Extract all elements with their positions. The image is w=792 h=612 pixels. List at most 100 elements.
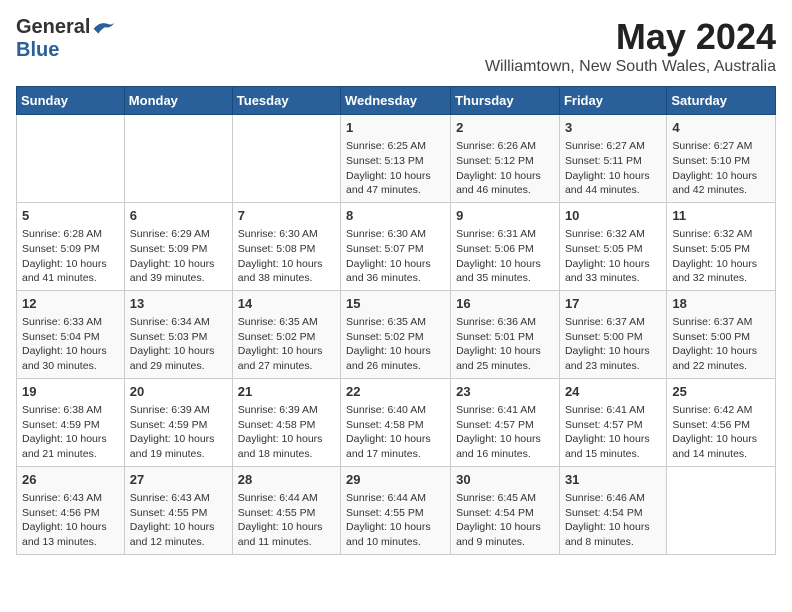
cell-content: Sunrise: 6:43 AM Sunset: 4:56 PM Dayligh… (22, 491, 119, 550)
calendar-week-row: 5 Sunrise: 6:28 AM Sunset: 5:09 PM Daylig… (17, 202, 776, 290)
calendar-cell: 2Sunrise: 6:26 AM Sunset: 5:12 PM Daylig… (451, 115, 560, 203)
day-number: 13 (130, 295, 227, 313)
cell-content: Sunrise: 6:41 AM Sunset: 4:57 PM Dayligh… (456, 403, 554, 462)
calendar-header-monday: Monday (124, 87, 232, 115)
calendar-cell: 25 Sunrise: 6:42 AM Sunset: 4:56 PM Dayli… (667, 378, 776, 466)
logo-bird-icon (92, 18, 116, 38)
calendar-week-row: 12 Sunrise: 6:33 AM Sunset: 5:04 PM Dayli… (17, 290, 776, 378)
calendar-week-row: 19 Sunrise: 6:38 AM Sunset: 4:59 PM Dayli… (17, 378, 776, 466)
calendar-cell: 5 Sunrise: 6:28 AM Sunset: 5:09 PM Daylig… (17, 202, 125, 290)
day-number: 21 (238, 383, 335, 401)
day-number: 28 (238, 471, 335, 489)
day-number: 25 (672, 383, 770, 401)
cell-content: Sunrise: 6:32 AM Sunset: 5:05 PM Dayligh… (672, 227, 770, 286)
day-number: 22 (346, 383, 445, 401)
calendar-header-row: SundayMondayTuesdayWednesdayThursdayFrid… (17, 87, 776, 115)
cell-content: Sunrise: 6:29 AM Sunset: 5:09 PM Dayligh… (130, 227, 227, 286)
day-number: 3 (565, 119, 661, 137)
calendar-cell: 22 Sunrise: 6:40 AM Sunset: 4:58 PM Dayli… (341, 378, 451, 466)
cell-content: Sunrise: 6:42 AM Sunset: 4:56 PM Dayligh… (672, 403, 770, 462)
calendar-cell (232, 115, 340, 203)
day-number: 4 (672, 119, 770, 137)
day-number: 30 (456, 471, 554, 489)
calendar-cell: 18 Sunrise: 6:37 AM Sunset: 5:00 PM Dayli… (667, 290, 776, 378)
logo: General Blue (16, 16, 116, 62)
calendar-cell: 21 Sunrise: 6:39 AM Sunset: 4:58 PM Dayli… (232, 378, 340, 466)
cell-content: Sunrise: 6:30 AM Sunset: 5:08 PM Dayligh… (238, 227, 335, 286)
calendar-cell: 3 Sunrise: 6:27 AM Sunset: 5:11 PM Daylig… (559, 115, 666, 203)
cell-content: Sunrise: 6:37 AM Sunset: 5:00 PM Dayligh… (672, 315, 770, 374)
calendar-cell (17, 115, 125, 203)
day-number: 17 (565, 295, 661, 313)
cell-content: Sunrise: 6:44 AM Sunset: 4:55 PM Dayligh… (238, 491, 335, 550)
calendar-cell: 29 Sunrise: 6:44 AM Sunset: 4:55 PM Dayli… (341, 466, 451, 554)
day-number: 10 (565, 207, 661, 225)
cell-content: Sunrise: 6:34 AM Sunset: 5:03 PM Dayligh… (130, 315, 227, 374)
cell-content: Sunrise: 6:35 AM Sunset: 5:02 PM Dayligh… (238, 315, 335, 374)
cell-content: Sunrise: 6:39 AM Sunset: 4:58 PM Dayligh… (238, 403, 335, 462)
calendar-cell: 31 Sunrise: 6:46 AM Sunset: 4:54 PM Dayli… (559, 466, 666, 554)
location-subtitle: Williamtown, New South Wales, Australia (485, 58, 776, 76)
calendar-week-row: 26Sunrise: 6:43 AM Sunset: 4:56 PM Dayli… (17, 466, 776, 554)
cell-content: Sunrise: 6:40 AM Sunset: 4:58 PM Dayligh… (346, 403, 445, 462)
day-number: 18 (672, 295, 770, 313)
calendar-cell: 26Sunrise: 6:43 AM Sunset: 4:56 PM Dayli… (17, 466, 125, 554)
day-number: 6 (130, 207, 227, 225)
day-number: 29 (346, 471, 445, 489)
cell-content: Sunrise: 6:44 AM Sunset: 4:55 PM Dayligh… (346, 491, 445, 550)
cell-content: Sunrise: 6:33 AM Sunset: 5:04 PM Dayligh… (22, 315, 119, 374)
calendar-cell: 19 Sunrise: 6:38 AM Sunset: 4:59 PM Dayli… (17, 378, 125, 466)
calendar-cell: 8 Sunrise: 6:30 AM Sunset: 5:07 PM Daylig… (341, 202, 451, 290)
day-number: 7 (238, 207, 335, 225)
calendar-cell: 9 Sunrise: 6:31 AM Sunset: 5:06 PM Daylig… (451, 202, 560, 290)
cell-content: Sunrise: 6:26 AM Sunset: 5:12 PM Dayligh… (456, 139, 554, 198)
cell-content: Sunrise: 6:27 AM Sunset: 5:11 PM Dayligh… (565, 139, 661, 198)
day-number: 20 (130, 383, 227, 401)
calendar-cell: 11Sunrise: 6:32 AM Sunset: 5:05 PM Dayli… (667, 202, 776, 290)
day-number: 1 (346, 119, 445, 137)
cell-content: Sunrise: 6:30 AM Sunset: 5:07 PM Dayligh… (346, 227, 445, 286)
calendar-cell: 20Sunrise: 6:39 AM Sunset: 4:59 PM Dayli… (124, 378, 232, 466)
calendar-header-tuesday: Tuesday (232, 87, 340, 115)
cell-content: Sunrise: 6:36 AM Sunset: 5:01 PM Dayligh… (456, 315, 554, 374)
day-number: 16 (456, 295, 554, 313)
calendar-cell: 23 Sunrise: 6:41 AM Sunset: 4:57 PM Dayli… (451, 378, 560, 466)
day-number: 24 (565, 383, 661, 401)
cell-content: Sunrise: 6:46 AM Sunset: 4:54 PM Dayligh… (565, 491, 661, 550)
month-year-title: May 2024 (485, 16, 776, 58)
calendar-header-friday: Friday (559, 87, 666, 115)
calendar-header-sunday: Sunday (17, 87, 125, 115)
day-number: 19 (22, 383, 119, 401)
calendar-header-saturday: Saturday (667, 87, 776, 115)
calendar-cell: 28 Sunrise: 6:44 AM Sunset: 4:55 PM Dayli… (232, 466, 340, 554)
calendar-cell: 13 Sunrise: 6:34 AM Sunset: 5:03 PM Dayli… (124, 290, 232, 378)
logo-general-text: General (16, 16, 90, 39)
calendar-cell: 17 Sunrise: 6:37 AM Sunset: 5:00 PM Dayli… (559, 290, 666, 378)
calendar-cell: 1 Sunrise: 6:25 AM Sunset: 5:13 PM Daylig… (341, 115, 451, 203)
calendar-body: 1 Sunrise: 6:25 AM Sunset: 5:13 PM Daylig… (17, 115, 776, 555)
cell-content: Sunrise: 6:28 AM Sunset: 5:09 PM Dayligh… (22, 227, 119, 286)
calendar-cell (667, 466, 776, 554)
day-number: 9 (456, 207, 554, 225)
calendar-cell: 16 Sunrise: 6:36 AM Sunset: 5:01 PM Dayli… (451, 290, 560, 378)
day-number: 31 (565, 471, 661, 489)
day-number: 27 (130, 471, 227, 489)
cell-content: Sunrise: 6:32 AM Sunset: 5:05 PM Dayligh… (565, 227, 661, 286)
cell-content: Sunrise: 6:25 AM Sunset: 5:13 PM Dayligh… (346, 139, 445, 198)
calendar-cell: 12 Sunrise: 6:33 AM Sunset: 5:04 PM Dayli… (17, 290, 125, 378)
day-number: 23 (456, 383, 554, 401)
day-number: 15 (346, 295, 445, 313)
day-number: 5 (22, 207, 119, 225)
calendar-cell: 24 Sunrise: 6:41 AM Sunset: 4:57 PM Dayli… (559, 378, 666, 466)
cell-content: Sunrise: 6:31 AM Sunset: 5:06 PM Dayligh… (456, 227, 554, 286)
day-number: 8 (346, 207, 445, 225)
page-header: General Blue May 2024 Williamtown, New S… (16, 16, 776, 76)
calendar-week-row: 1 Sunrise: 6:25 AM Sunset: 5:13 PM Daylig… (17, 115, 776, 203)
cell-content: Sunrise: 6:43 AM Sunset: 4:55 PM Dayligh… (130, 491, 227, 550)
calendar-cell: 4Sunrise: 6:27 AM Sunset: 5:10 PM Daylig… (667, 115, 776, 203)
cell-content: Sunrise: 6:37 AM Sunset: 5:00 PM Dayligh… (565, 315, 661, 374)
day-number: 12 (22, 295, 119, 313)
cell-content: Sunrise: 6:38 AM Sunset: 4:59 PM Dayligh… (22, 403, 119, 462)
cell-content: Sunrise: 6:41 AM Sunset: 4:57 PM Dayligh… (565, 403, 661, 462)
calendar-cell: 30Sunrise: 6:45 AM Sunset: 4:54 PM Dayli… (451, 466, 560, 554)
